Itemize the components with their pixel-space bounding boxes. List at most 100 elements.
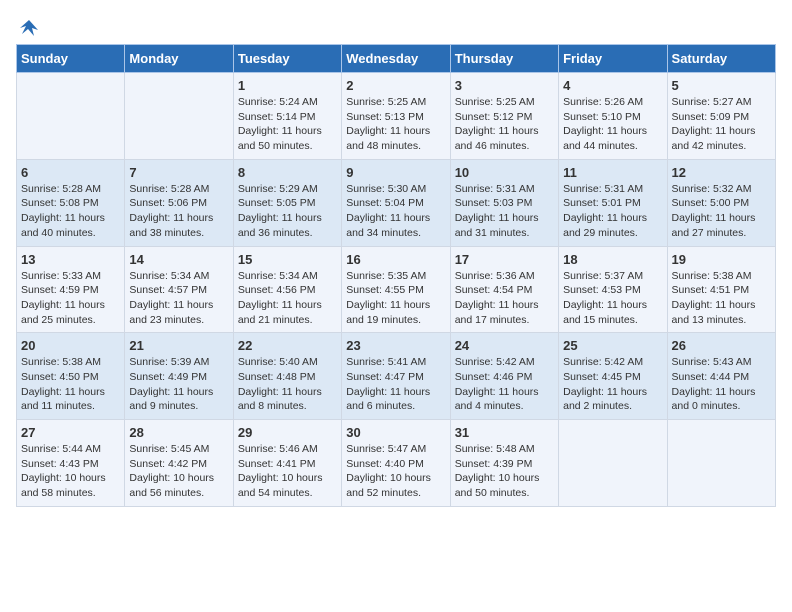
cell-content: Sunrise: 5:36 AM Sunset: 4:54 PM Dayligh… — [455, 269, 554, 328]
calendar-cell — [17, 73, 125, 160]
day-header-tuesday: Tuesday — [233, 45, 341, 73]
calendar-cell: 25 Sunrise: 5:42 AM Sunset: 4:45 PM Dayli… — [559, 333, 667, 420]
page-header — [16, 16, 776, 34]
calendar-cell: 31Sunrise: 5:48 AM Sunset: 4:39 PM Dayli… — [450, 420, 558, 507]
calendar-cell: 9Sunrise: 5:30 AM Sunset: 5:04 PM Daylig… — [342, 159, 450, 246]
cell-content: Sunrise: 5:24 AM Sunset: 5:14 PM Dayligh… — [238, 95, 337, 154]
calendar-cell: 16 Sunrise: 5:35 AM Sunset: 4:55 PM Dayli… — [342, 246, 450, 333]
calendar-cell — [559, 420, 667, 507]
calendar-cell: 18 Sunrise: 5:37 AM Sunset: 4:53 PM Dayli… — [559, 246, 667, 333]
calendar-cell: 13 Sunrise: 5:33 AM Sunset: 4:59 PM Dayli… — [17, 246, 125, 333]
day-number: 23 — [346, 338, 445, 353]
calendar-cell: 28Sunrise: 5:45 AM Sunset: 4:42 PM Dayli… — [125, 420, 233, 507]
cell-content: Sunrise: 5:40 AM Sunset: 4:48 PM Dayligh… — [238, 355, 337, 414]
cell-content: Sunrise: 5:35 AM Sunset: 4:55 PM Dayligh… — [346, 269, 445, 328]
logo-bird-icon — [18, 16, 40, 38]
cell-content: Sunrise: 5:34 AM Sunset: 4:56 PM Dayligh… — [238, 269, 337, 328]
day-number: 12 — [672, 165, 771, 180]
cell-content: Sunrise: 5:42 AM Sunset: 4:45 PM Dayligh… — [563, 355, 662, 414]
calendar-cell: 23 Sunrise: 5:41 AM Sunset: 4:47 PM Dayli… — [342, 333, 450, 420]
cell-content: Sunrise: 5:31 AM Sunset: 5:01 PM Dayligh… — [563, 182, 662, 241]
day-number: 13 — [21, 252, 120, 267]
day-number: 26 — [672, 338, 771, 353]
calendar-cell: 12 Sunrise: 5:32 AM Sunset: 5:00 PM Dayli… — [667, 159, 775, 246]
day-number: 11 — [563, 165, 662, 180]
cell-content: Sunrise: 5:31 AM Sunset: 5:03 PM Dayligh… — [455, 182, 554, 241]
day-number: 21 — [129, 338, 228, 353]
calendar-cell: 4 Sunrise: 5:26 AM Sunset: 5:10 PM Daylig… — [559, 73, 667, 160]
calendar-week-1: 1 Sunrise: 5:24 AM Sunset: 5:14 PM Daylig… — [17, 73, 776, 160]
calendar-cell: 7 Sunrise: 5:28 AM Sunset: 5:06 PM Daylig… — [125, 159, 233, 246]
day-header-sunday: Sunday — [17, 45, 125, 73]
calendar-table: SundayMondayTuesdayWednesdayThursdayFrid… — [16, 44, 776, 507]
day-number: 30 — [346, 425, 445, 440]
day-number: 15 — [238, 252, 337, 267]
calendar-cell: 14 Sunrise: 5:34 AM Sunset: 4:57 PM Dayli… — [125, 246, 233, 333]
cell-content: Sunrise: 5:33 AM Sunset: 4:59 PM Dayligh… — [21, 269, 120, 328]
calendar-cell: 21 Sunrise: 5:39 AM Sunset: 4:49 PM Dayli… — [125, 333, 233, 420]
day-number: 10 — [455, 165, 554, 180]
calendar-cell: 10 Sunrise: 5:31 AM Sunset: 5:03 PM Dayli… — [450, 159, 558, 246]
cell-content: Sunrise: 5:26 AM Sunset: 5:10 PM Dayligh… — [563, 95, 662, 154]
calendar-cell: 5 Sunrise: 5:27 AM Sunset: 5:09 PM Daylig… — [667, 73, 775, 160]
cell-content: Sunrise: 5:32 AM Sunset: 5:00 PM Dayligh… — [672, 182, 771, 241]
calendar-cell: 20Sunrise: 5:38 AM Sunset: 4:50 PM Dayli… — [17, 333, 125, 420]
day-number: 17 — [455, 252, 554, 267]
cell-content: Sunrise: 5:28 AM Sunset: 5:08 PM Dayligh… — [21, 182, 120, 241]
cell-content: Sunrise: 5:47 AM Sunset: 4:40 PM Dayligh… — [346, 442, 445, 501]
calendar-cell: 8 Sunrise: 5:29 AM Sunset: 5:05 PM Daylig… — [233, 159, 341, 246]
calendar-cell: 15 Sunrise: 5:34 AM Sunset: 4:56 PM Dayli… — [233, 246, 341, 333]
day-number: 18 — [563, 252, 662, 267]
calendar-week-4: 20Sunrise: 5:38 AM Sunset: 4:50 PM Dayli… — [17, 333, 776, 420]
day-header-wednesday: Wednesday — [342, 45, 450, 73]
day-header-monday: Monday — [125, 45, 233, 73]
day-number: 1 — [238, 78, 337, 93]
cell-content: Sunrise: 5:41 AM Sunset: 4:47 PM Dayligh… — [346, 355, 445, 414]
cell-content: Sunrise: 5:25 AM Sunset: 5:13 PM Dayligh… — [346, 95, 445, 154]
calendar-cell: 11 Sunrise: 5:31 AM Sunset: 5:01 PM Dayli… — [559, 159, 667, 246]
calendar-cell — [125, 73, 233, 160]
day-number: 3 — [455, 78, 554, 93]
day-header-thursday: Thursday — [450, 45, 558, 73]
day-number: 29 — [238, 425, 337, 440]
calendar-cell: 26Sunrise: 5:43 AM Sunset: 4:44 PM Dayli… — [667, 333, 775, 420]
cell-content: Sunrise: 5:27 AM Sunset: 5:09 PM Dayligh… — [672, 95, 771, 154]
day-number: 25 — [563, 338, 662, 353]
calendar-cell: 30 Sunrise: 5:47 AM Sunset: 4:40 PM Dayli… — [342, 420, 450, 507]
calendar-body: 1 Sunrise: 5:24 AM Sunset: 5:14 PM Daylig… — [17, 73, 776, 507]
calendar-cell: 17 Sunrise: 5:36 AM Sunset: 4:54 PM Dayli… — [450, 246, 558, 333]
calendar-week-5: 27Sunrise: 5:44 AM Sunset: 4:43 PM Dayli… — [17, 420, 776, 507]
day-number: 5 — [672, 78, 771, 93]
calendar-header: SundayMondayTuesdayWednesdayThursdayFrid… — [17, 45, 776, 73]
cell-content: Sunrise: 5:44 AM Sunset: 4:43 PM Dayligh… — [21, 442, 120, 501]
calendar-cell: 3Sunrise: 5:25 AM Sunset: 5:12 PM Daylig… — [450, 73, 558, 160]
calendar-cell: 2Sunrise: 5:25 AM Sunset: 5:13 PM Daylig… — [342, 73, 450, 160]
calendar-cell: 19Sunrise: 5:38 AM Sunset: 4:51 PM Dayli… — [667, 246, 775, 333]
day-number: 4 — [563, 78, 662, 93]
cell-content: Sunrise: 5:37 AM Sunset: 4:53 PM Dayligh… — [563, 269, 662, 328]
cell-content: Sunrise: 5:46 AM Sunset: 4:41 PM Dayligh… — [238, 442, 337, 501]
cell-content: Sunrise: 5:45 AM Sunset: 4:42 PM Dayligh… — [129, 442, 228, 501]
day-number: 19 — [672, 252, 771, 267]
day-number: 16 — [346, 252, 445, 267]
cell-content: Sunrise: 5:28 AM Sunset: 5:06 PM Dayligh… — [129, 182, 228, 241]
day-number: 8 — [238, 165, 337, 180]
day-number: 24 — [455, 338, 554, 353]
cell-content: Sunrise: 5:29 AM Sunset: 5:05 PM Dayligh… — [238, 182, 337, 241]
day-number: 7 — [129, 165, 228, 180]
calendar-week-3: 13 Sunrise: 5:33 AM Sunset: 4:59 PM Dayli… — [17, 246, 776, 333]
cell-content: Sunrise: 5:39 AM Sunset: 4:49 PM Dayligh… — [129, 355, 228, 414]
calendar-week-2: 6Sunrise: 5:28 AM Sunset: 5:08 PM Daylig… — [17, 159, 776, 246]
calendar-cell: 1 Sunrise: 5:24 AM Sunset: 5:14 PM Daylig… — [233, 73, 341, 160]
cell-content: Sunrise: 5:30 AM Sunset: 5:04 PM Dayligh… — [346, 182, 445, 241]
day-number: 31 — [455, 425, 554, 440]
cell-content: Sunrise: 5:34 AM Sunset: 4:57 PM Dayligh… — [129, 269, 228, 328]
day-header-saturday: Saturday — [667, 45, 775, 73]
day-number: 22 — [238, 338, 337, 353]
calendar-cell: 29 Sunrise: 5:46 AM Sunset: 4:41 PM Dayli… — [233, 420, 341, 507]
day-number: 14 — [129, 252, 228, 267]
day-header-friday: Friday — [559, 45, 667, 73]
logo — [16, 16, 40, 34]
cell-content: Sunrise: 5:38 AM Sunset: 4:50 PM Dayligh… — [21, 355, 120, 414]
calendar-cell — [667, 420, 775, 507]
